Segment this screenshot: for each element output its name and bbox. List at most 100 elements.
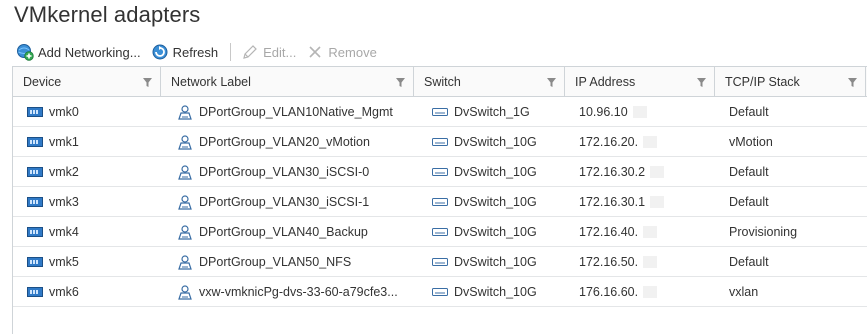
tcpip-stack: vxlan	[729, 285, 759, 299]
network-label: DPortGroup_VLAN30_iSCSI-1	[199, 195, 370, 209]
ip-address: 176.16.60.	[579, 285, 639, 299]
network-label-cell: DPortGroup_VLAN50_NFS	[161, 247, 414, 277]
switch-cell: DvSwitch_1G	[414, 97, 565, 127]
portgroup-icon	[178, 195, 192, 210]
table-row[interactable]: vmk1 DPortGroup_VLAN20_vMotion DvSwitch_…	[13, 127, 867, 157]
column-header-switch[interactable]: Switch	[414, 67, 565, 97]
vmkernel-nic-icon	[27, 167, 43, 177]
network-label-cell: DPortGroup_VLAN30_iSCSI-1	[161, 187, 414, 217]
edit-button[interactable]: Edit...	[237, 41, 302, 63]
switch-name: DvSwitch_10G	[454, 165, 537, 179]
device-name: vmk3	[49, 195, 79, 209]
ip-address: 172.16.40.	[579, 225, 639, 239]
table-row[interactable]: vmk6 vxw-vmknicPg-dvs-33-60-a79cfe3... D…	[13, 277, 867, 307]
redaction-mark	[650, 196, 665, 208]
vmkernel-nic-icon	[27, 287, 43, 297]
portgroup-icon	[178, 285, 192, 300]
ip-address: 10.96.10	[579, 105, 628, 119]
portgroup-icon	[178, 165, 192, 180]
switch-name: DvSwitch_10G	[454, 195, 537, 209]
ip-address-cell: 172.16.30.2	[565, 157, 715, 187]
switch-cell: DvSwitch_10G	[414, 247, 565, 277]
switch-name: DvSwitch_1G	[454, 105, 530, 119]
column-header-tcpip-stack[interactable]: TCP/IP Stack	[715, 67, 866, 97]
column-header-label: Switch	[424, 75, 461, 89]
tcpip-stack: vMotion	[729, 135, 773, 149]
network-label-cell: DPortGroup_VLAN40_Backup	[161, 217, 414, 247]
tcpip-stack-cell: Provisioning	[715, 217, 866, 247]
network-label: DPortGroup_VLAN50_NFS	[199, 255, 352, 269]
network-label: DPortGroup_VLAN30_iSCSI-0	[199, 165, 370, 179]
switch-name: DvSwitch_10G	[454, 255, 537, 269]
add-networking-button[interactable]: Add Networking...	[12, 41, 147, 63]
filter-funnel-icon[interactable]	[547, 78, 556, 87]
table-row[interactable]: vmk0 DPortGroup_VLAN10Native_Mgmt DvSwit…	[13, 97, 867, 127]
column-header-label: TCP/IP Stack	[725, 75, 800, 89]
network-label-cell: DPortGroup_VLAN30_iSCSI-0	[161, 157, 414, 187]
vmkernel-nic-icon	[27, 227, 43, 237]
pencil-icon	[243, 45, 257, 59]
refresh-label: Refresh	[172, 44, 219, 60]
switch-name: DvSwitch_10G	[454, 225, 537, 239]
filter-funnel-icon[interactable]	[697, 78, 706, 87]
vmkernel-nic-icon	[27, 107, 43, 117]
redaction-mark	[650, 166, 665, 178]
ip-address: 172.16.30.2	[579, 165, 646, 179]
column-header-network-label[interactable]: Network Label	[161, 67, 414, 97]
switch-name: DvSwitch_10G	[454, 285, 537, 299]
ip-address: 172.16.50.	[579, 255, 639, 269]
switch-icon	[432, 108, 448, 116]
ip-address-cell: 176.16.60.	[565, 277, 715, 307]
remove-button[interactable]: Remove	[302, 41, 382, 63]
vmkernel-nic-icon	[27, 197, 43, 207]
device-name: vmk6	[49, 285, 79, 299]
switch-cell: DvSwitch_10G	[414, 217, 565, 247]
portgroup-icon	[178, 135, 192, 150]
device-cell: vmk2	[13, 157, 161, 187]
tcpip-stack-cell: Default	[715, 97, 866, 127]
tcpip-stack-cell: Default	[715, 247, 866, 277]
ip-address-cell: 172.16.40.	[565, 217, 715, 247]
ip-address: 172.16.20.	[579, 135, 639, 149]
device-cell: vmk1	[13, 127, 161, 157]
column-header-device[interactable]: Device	[13, 67, 161, 97]
column-header-label: IP Address	[575, 75, 636, 89]
tcpip-stack: Default	[729, 195, 769, 209]
ip-address-cell: 172.16.50.	[565, 247, 715, 277]
tcpip-stack: Default	[729, 165, 769, 179]
vmkernel-adapters-grid: Device Network Label Switch IP Address T…	[12, 66, 867, 334]
portgroup-icon	[178, 225, 192, 240]
network-label-cell: DPortGroup_VLAN10Native_Mgmt	[161, 97, 414, 127]
device-cell: vmk4	[13, 217, 161, 247]
tcpip-stack-cell: Default	[715, 187, 866, 217]
device-name: vmk1	[49, 135, 79, 149]
device-cell: vmk6	[13, 277, 161, 307]
switch-cell: DvSwitch_10G	[414, 127, 565, 157]
column-header-label: Device	[23, 75, 62, 89]
add-networking-icon	[17, 44, 34, 61]
redaction-mark	[643, 136, 658, 148]
tcpip-stack: Provisioning	[729, 225, 798, 239]
refresh-icon	[152, 44, 168, 60]
switch-icon	[432, 288, 448, 296]
filter-funnel-icon[interactable]	[143, 78, 152, 87]
switch-icon	[432, 138, 448, 146]
network-label-cell: vxw-vmknicPg-dvs-33-60-a79cfe3...	[161, 277, 414, 307]
tcpip-stack-cell: vxlan	[715, 277, 866, 307]
table-row[interactable]: vmk4 DPortGroup_VLAN40_Backup DvSwitch_1…	[13, 217, 867, 247]
filter-funnel-icon[interactable]	[848, 78, 857, 87]
filter-funnel-icon[interactable]	[396, 78, 405, 87]
table-row[interactable]: vmk2 DPortGroup_VLAN30_iSCSI-0 DvSwitch_…	[13, 157, 867, 187]
switch-icon	[432, 198, 448, 206]
column-header-ip-address[interactable]: IP Address	[565, 67, 715, 97]
x-icon	[309, 46, 321, 58]
edit-label: Edit...	[263, 44, 297, 60]
toolbar-divider	[230, 43, 232, 61]
grid-body: vmk0 DPortGroup_VLAN10Native_Mgmt DvSwit…	[13, 97, 867, 307]
refresh-button[interactable]: Refresh	[147, 41, 225, 63]
redaction-mark	[643, 286, 658, 298]
table-row[interactable]: vmk3 DPortGroup_VLAN30_iSCSI-1 DvSwitch_…	[13, 187, 867, 217]
tcpip-stack: Default	[729, 255, 769, 269]
switch-icon	[432, 228, 448, 236]
table-row[interactable]: vmk5 DPortGroup_VLAN50_NFS DvSwitch_10G …	[13, 247, 867, 277]
